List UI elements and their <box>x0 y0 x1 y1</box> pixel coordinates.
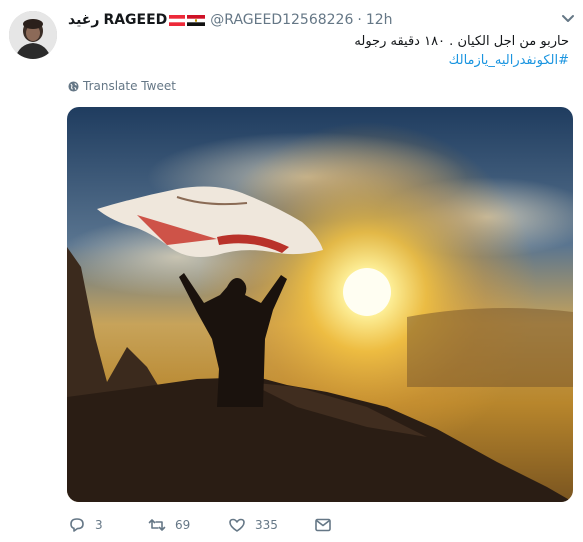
retweet-button[interactable]: 69 <box>148 516 228 534</box>
chevron-down-icon[interactable] <box>561 12 575 26</box>
tweet-header: رغيد RAGEED @RAGEED12568226 · 12h <box>68 10 573 30</box>
like-count: 335 <box>255 518 278 532</box>
direct-message-button[interactable] <box>314 516 332 534</box>
translate-tweet-link[interactable]: Translate Tweet <box>68 79 176 93</box>
user-handle[interactable]: @RAGEED12568226 <box>210 12 353 28</box>
tweet-card: رغيد RAGEED @RAGEED12568226 · 12h حاربو … <box>0 0 583 542</box>
translate-label: Translate Tweet <box>83 79 176 93</box>
tweet-actions: 3 69 335 <box>68 514 332 536</box>
tweet-photo[interactable] <box>67 107 573 502</box>
tweet-text-line: حاربو من اجل الكيان . ١٨٠ دقيقه رجوله <box>354 34 569 49</box>
egypt-flag-icon <box>187 14 206 26</box>
austria-flag-icon <box>169 14 186 26</box>
reply-count: 3 <box>95 518 103 532</box>
reply-icon <box>70 518 84 532</box>
avatar[interactable] <box>9 11 57 59</box>
like-button[interactable]: 335 <box>228 516 314 534</box>
tweet-text: حاربو من اجل الكيان . ١٨٠ دقيقه رجوله #ا… <box>79 32 569 70</box>
globe-icon <box>68 80 79 92</box>
display-name-prefix[interactable]: رغيد <box>68 12 99 28</box>
display-name[interactable]: RAGEED <box>103 12 167 28</box>
hashtag-link[interactable]: #الكونفدراليه_يازمالك <box>79 51 569 70</box>
timestamp[interactable]: 12h <box>366 12 393 28</box>
reply-button[interactable]: 3 <box>68 516 148 534</box>
envelope-icon <box>315 518 331 532</box>
separator-dot: · <box>357 12 362 28</box>
heart-icon <box>229 518 245 532</box>
retweet-count: 69 <box>175 518 191 532</box>
retweet-icon <box>148 519 166 531</box>
